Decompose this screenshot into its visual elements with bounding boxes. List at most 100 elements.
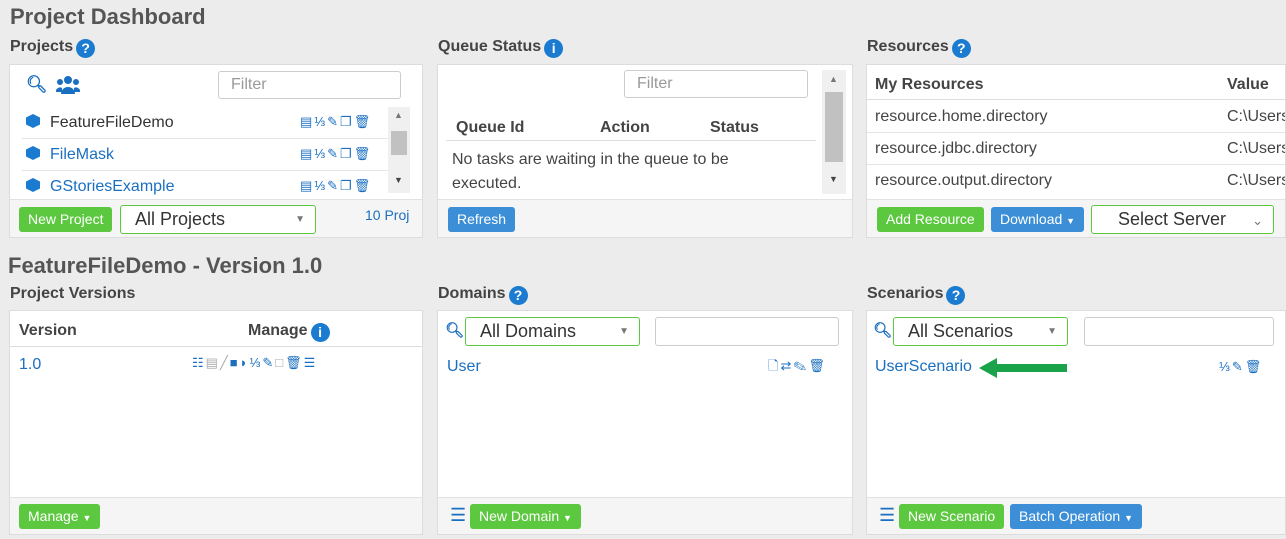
trash-icon[interactable]: 🗑︎	[1245, 359, 1264, 374]
menu-icon[interactable]: ☰	[304, 355, 318, 370]
search-icon[interactable]: 🔍︎	[873, 321, 892, 339]
caret-down-icon: ▼	[295, 214, 305, 225]
edit-icon[interactable]: ✎	[1232, 359, 1245, 374]
scroll-thumb[interactable]	[391, 131, 407, 155]
info-icon[interactable]: i	[310, 323, 330, 342]
download-button[interactable]: Download ▼	[991, 207, 1085, 232]
column-header[interactable]: Queue Id	[456, 119, 524, 137]
add-resource-button[interactable]: Add Resource	[877, 207, 984, 232]
queue-filter-input[interactable]: Filter	[624, 70, 808, 98]
scroll-thumb[interactable]	[825, 92, 843, 162]
domains-select[interactable]: All Domains ▼	[465, 317, 640, 346]
magic-wand-icon[interactable]: ╱	[220, 355, 230, 370]
projects-scrollbar[interactable]: ▲ ▼	[388, 107, 410, 193]
edit-icon[interactable]: ✎	[262, 355, 275, 370]
scenario-link[interactable]: UserScenario	[875, 358, 972, 376]
scroll-up-icon[interactable]: ▲	[394, 110, 403, 120]
version-actions: ☷▤╱■◗⅓✎□🗑︎☰	[192, 355, 317, 371]
scenarios-select[interactable]: All Scenarios ▼	[893, 317, 1068, 346]
projects-scope-select[interactable]: All Projects ▼	[120, 205, 316, 234]
domain-link[interactable]: User	[447, 358, 481, 376]
info-icon[interactable]: i	[544, 39, 564, 58]
column-header[interactable]: My Resources	[875, 76, 984, 94]
download-label: Download	[1000, 211, 1063, 227]
trash-icon[interactable]: 🗑︎	[354, 114, 373, 129]
unlock-icon[interactable]: ⅓	[1219, 359, 1232, 374]
edit-icon[interactable]: ✎	[793, 358, 808, 373]
version-row[interactable]: 1.0 ☷▤╱■◗⅓✎□🗑︎☰	[10, 349, 422, 381]
file-icon[interactable]: 🗋︎	[768, 358, 780, 373]
scenario-row[interactable]: UserScenario ⅓✎🗑︎	[867, 353, 1285, 383]
resource-name: resource.jdbc.directory	[875, 140, 1037, 157]
resource-row[interactable]: resource.jdbc.directory C:\Users	[867, 133, 1285, 165]
trash-icon[interactable]: 🗑︎	[285, 355, 304, 370]
sitemap-icon[interactable]: ☷	[192, 355, 206, 370]
scenarios-filter-input[interactable]	[1084, 317, 1274, 346]
queue-heading: Queue Status i	[438, 38, 564, 58]
project-list-item[interactable]: GStoriesExample ▤⅓✎❐🗑︎	[22, 171, 392, 197]
version-link[interactable]: 1.0	[19, 356, 41, 374]
edit-icon[interactable]: ✎	[327, 114, 340, 129]
scenario-actions: ⅓✎🗑︎	[1219, 359, 1263, 375]
table-icon[interactable]: ▤	[206, 355, 220, 370]
project-name[interactable]: FileMask	[50, 146, 114, 163]
document-icon[interactable]: ■	[230, 355, 240, 370]
project-list-item[interactable]: FeatureFileDemo ▤⅓✎❐🗑︎	[22, 107, 392, 139]
caret-down-icon: ▼	[619, 326, 629, 337]
domains-filter-input[interactable]	[655, 317, 839, 346]
book-icon[interactable]: ▤	[300, 114, 314, 129]
copy-icon[interactable]: ❐	[340, 146, 354, 161]
book-icon[interactable]: ▤	[300, 146, 314, 161]
users-group-icon[interactable]	[55, 75, 81, 100]
column-header[interactable]: Version	[19, 322, 77, 340]
resource-name: resource.home.directory	[875, 108, 1048, 125]
select-server-dropdown[interactable]: Select Server ⌄	[1091, 205, 1274, 234]
help-icon[interactable]: ?	[508, 286, 528, 305]
copy-icon[interactable]: □	[275, 355, 285, 370]
help-icon[interactable]: ?	[951, 39, 971, 58]
new-domain-button[interactable]: New Domain ▼	[470, 504, 581, 529]
column-header[interactable]: Status	[710, 119, 759, 137]
refresh-button[interactable]: Refresh	[448, 207, 516, 232]
projects-filter-input[interactable]: Filter	[218, 71, 401, 99]
batch-operation-label: Batch Operation	[1019, 508, 1121, 524]
scroll-down-icon[interactable]: ▼	[394, 175, 403, 185]
project-list-item[interactable]: FileMask ▤⅓✎❐🗑︎	[22, 139, 392, 171]
unlock-icon[interactable]: ⅓	[314, 114, 327, 129]
domains-footer: ☰ New Domain ▼	[438, 497, 852, 534]
edit-icon[interactable]: ✎	[327, 146, 340, 161]
new-scenario-button[interactable]: New Scenario	[899, 504, 1005, 529]
copy-icon[interactable]: ❐	[340, 178, 354, 193]
search-icon[interactable]: 🔍︎	[445, 321, 464, 339]
manage-button[interactable]: Manage ▼	[19, 504, 101, 529]
resource-row[interactable]: resource.home.directory C:\Users	[867, 101, 1285, 133]
menu-icon[interactable]: ☰	[450, 505, 466, 525]
help-icon[interactable]: ?	[76, 39, 96, 58]
copy-icon[interactable]: ❐	[340, 114, 354, 129]
unlock-icon[interactable]: ⅓	[250, 355, 263, 370]
swap-icon[interactable]: ⇄	[780, 358, 793, 373]
help-icon[interactable]: ?	[946, 286, 966, 305]
trash-icon[interactable]: 🗑︎	[354, 146, 373, 161]
project-header: FeatureFileDemo - Version 1.0	[8, 253, 323, 278]
unlock-icon[interactable]: ⅓	[314, 146, 327, 161]
new-project-button[interactable]: New Project	[19, 207, 113, 232]
resource-row[interactable]: resource.output.directory C:\Users	[867, 165, 1285, 197]
column-header[interactable]: Action	[600, 119, 650, 137]
batch-operation-button[interactable]: Batch Operation ▼	[1010, 504, 1142, 529]
column-header[interactable]: Manage	[248, 322, 308, 339]
scroll-down-icon[interactable]: ▼	[829, 174, 838, 184]
domain-row[interactable]: User 🗋︎⇄✎🗑︎	[438, 353, 852, 383]
rocket-icon[interactable]: ◗	[240, 355, 250, 370]
queue-scrollbar[interactable]: ▲ ▼	[822, 70, 846, 194]
edit-icon[interactable]: ✎	[327, 178, 340, 193]
book-icon[interactable]: ▤	[300, 178, 314, 193]
unlock-icon[interactable]: ⅓	[314, 178, 327, 193]
trash-icon[interactable]: 🗑︎	[354, 178, 373, 193]
search-icon[interactable]: 🔍︎	[26, 75, 48, 95]
scroll-up-icon[interactable]: ▲	[829, 74, 838, 84]
project-name[interactable]: GStoriesExample	[50, 178, 175, 195]
trash-icon[interactable]: 🗑︎	[808, 358, 827, 373]
menu-icon[interactable]: ☰	[879, 505, 895, 525]
column-header[interactable]: Value	[1227, 76, 1269, 94]
